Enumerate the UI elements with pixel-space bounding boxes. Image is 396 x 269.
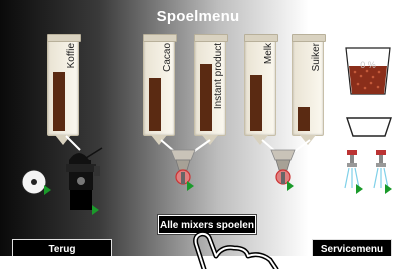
- play-arrow-icon[interactable]: [356, 184, 363, 194]
- cup-fill-percent: 0 %: [360, 60, 376, 70]
- play-arrow-icon[interactable]: [44, 185, 51, 195]
- play-arrow-icon[interactable]: [92, 205, 99, 215]
- bean-cup-icon: [345, 47, 391, 95]
- hand-pointer-icon: [193, 231, 279, 269]
- play-arrow-icon[interactable]: [287, 181, 294, 191]
- play-arrow-icon[interactable]: [187, 181, 194, 191]
- play-arrow-icon[interactable]: [385, 184, 392, 194]
- drip-tray-icon: [346, 117, 392, 137]
- rinse-menu-screen: Spoelmenu Koffie Cacao Instant product M…: [0, 0, 396, 269]
- coffee-brewer-icon: [21, 147, 103, 210]
